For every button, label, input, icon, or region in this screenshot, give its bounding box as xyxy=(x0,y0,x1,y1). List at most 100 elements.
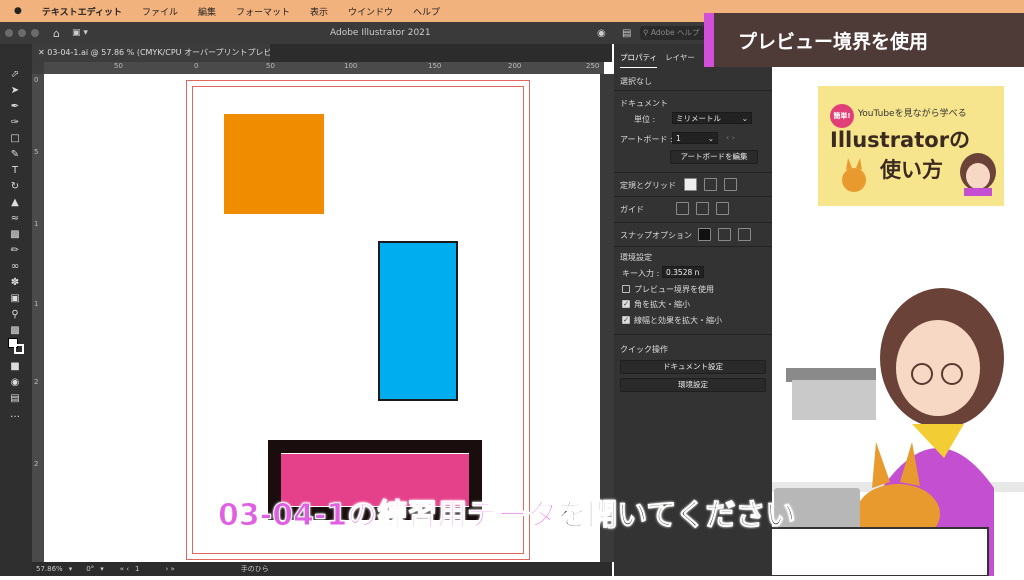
ruler-label: 0 xyxy=(194,62,199,70)
gradient-tool-icon[interactable]: ▩ xyxy=(8,228,22,242)
show-guides-icon[interactable] xyxy=(676,202,689,215)
default-colors-icon[interactable]: ▩ xyxy=(8,324,22,338)
divider xyxy=(614,222,772,223)
share-icon[interactable]: ◉ xyxy=(597,28,606,39)
title-badge: プレビュー境界を使用 xyxy=(704,13,1024,67)
units-select[interactable]: ミリメートル ⌄ xyxy=(672,112,752,124)
preview-bounds-checkbox[interactable] xyxy=(622,285,630,293)
artboard-select[interactable]: 1 ⌄ xyxy=(672,132,718,144)
close-window-button[interactable] xyxy=(5,29,13,37)
lock-guides-icon[interactable] xyxy=(696,202,709,215)
workspace-icon[interactable]: ▣ ▾ xyxy=(72,28,88,38)
divider xyxy=(614,172,772,173)
selection-tool-icon[interactable]: ⬀ xyxy=(8,68,22,82)
document-setup-button[interactable]: ドキュメント設定 xyxy=(620,360,766,374)
color-mode-icon[interactable]: ■ xyxy=(8,360,22,374)
menu-window[interactable]: ウインドウ xyxy=(348,5,393,18)
snap-options-label: スナップオプション xyxy=(620,231,692,240)
width-tool-icon[interactable]: ≈ xyxy=(8,212,22,226)
artboard-tool-icon[interactable]: ▣ xyxy=(8,292,22,306)
smart-guides-icon[interactable] xyxy=(716,202,729,215)
snap-glyph-icon[interactable] xyxy=(738,228,751,241)
menu-view[interactable]: 表示 xyxy=(310,5,328,18)
paintbrush-tool-icon[interactable]: ✎ xyxy=(8,148,22,162)
title-badge-text: プレビュー境界を使用 xyxy=(738,31,929,53)
snap-point-icon[interactable] xyxy=(698,228,711,241)
eraser-tool-icon[interactable]: ▲ xyxy=(8,196,22,210)
ruler-label: 1 xyxy=(34,220,39,228)
more-tools-icon[interactable]: … xyxy=(8,408,22,422)
ruler-label: 200 xyxy=(508,62,522,70)
scale-corners-checkbox[interactable]: ✓ xyxy=(622,300,630,308)
horizontal-ruler[interactable]: 50 0 50 100 150 200 250 xyxy=(44,62,604,74)
type-tool-icon[interactable]: T xyxy=(8,164,22,178)
rotate-tool-icon[interactable]: ↻ xyxy=(8,180,22,194)
rotation-value[interactable]: 0° xyxy=(86,565,94,573)
tab-properties[interactable]: プロパティ xyxy=(620,52,658,68)
apple-menu-icon[interactable]: ● xyxy=(14,6,22,16)
tab-layers[interactable]: レイヤー xyxy=(665,52,695,68)
edit-artboards-button[interactable]: アートボードを編集 xyxy=(670,150,758,164)
ruler-corner[interactable] xyxy=(32,62,44,74)
direct-selection-tool-icon[interactable]: ➤ xyxy=(8,84,22,98)
scale-strokes-checkbox[interactable]: ✓ xyxy=(622,316,630,324)
screen-mode-icon[interactable]: ▤ xyxy=(8,392,22,406)
next-artboard-icon[interactable]: › » xyxy=(165,565,174,573)
stroke-swatch[interactable] xyxy=(14,344,24,354)
ruler-label: 5 xyxy=(34,148,39,156)
curvature-tool-icon[interactable]: ✑ xyxy=(8,116,22,130)
arrange-icon[interactable]: ▤ xyxy=(622,28,631,39)
menu-help[interactable]: ヘルプ xyxy=(413,5,440,18)
minimize-window-button[interactable] xyxy=(18,29,26,37)
menu-app[interactable]: テキストエディット xyxy=(42,5,122,18)
prev-artboard-icon[interactable]: « ‹ xyxy=(120,565,129,573)
home-icon[interactable]: ⌂ xyxy=(53,27,60,40)
key-input-label: キー入力 : xyxy=(622,269,660,278)
vertical-ruler[interactable]: 0 5 1 1 2 2 xyxy=(32,74,44,562)
blend-tool-icon[interactable]: ∞ xyxy=(8,260,22,274)
scale-strokes-label: 線幅と効果を拡大・縮小 xyxy=(634,316,722,325)
artboard-nav-icon[interactable]: ‹ › xyxy=(726,133,735,142)
ruler-label: 100 xyxy=(344,62,358,70)
draw-mode-icon[interactable]: ◉ xyxy=(8,376,22,390)
snap-pixel-icon[interactable] xyxy=(718,228,731,241)
artboard-number[interactable]: 1 xyxy=(135,565,139,573)
divider xyxy=(614,196,772,197)
document-tab[interactable]: ✕ 03-04-1.ai @ 57.86 % (CMYK/CPU オーバープリン… xyxy=(32,44,270,62)
menu-file[interactable]: ファイル xyxy=(142,5,178,18)
zoom-window-button[interactable] xyxy=(31,29,39,37)
pen-tool-icon[interactable]: ✒ xyxy=(8,100,22,114)
menu-format[interactable]: フォーマット xyxy=(236,5,290,18)
search-field[interactable]: ⚲ Adobe ヘルプ xyxy=(640,26,710,40)
orange-square[interactable] xyxy=(224,114,324,214)
divider xyxy=(614,246,772,247)
canvas-scrollbar[interactable] xyxy=(600,74,614,562)
course-title-line1: Illustratorの xyxy=(830,128,971,152)
symbol-sprayer-icon[interactable]: ✽ xyxy=(8,276,22,290)
document-tab-label: 03-04-1.ai @ 57.86 % (CMYK/CPU オーバープリントプ… xyxy=(47,48,270,57)
preferences-heading: 環境設定 xyxy=(620,253,652,262)
transparency-grid-icon[interactable] xyxy=(724,178,737,191)
close-tab-icon[interactable]: ✕ xyxy=(38,48,45,57)
preview-bounds-label: プレビュー境界を使用 xyxy=(634,285,714,294)
key-input-field[interactable]: 0.3528 n xyxy=(662,266,704,278)
document-canvas[interactable] xyxy=(44,74,600,562)
zoom-level[interactable]: 57.86% xyxy=(36,565,63,573)
preferences-button[interactable]: 環境設定 xyxy=(620,378,766,392)
menu-edit[interactable]: 編集 xyxy=(198,5,216,18)
chevron-down-icon[interactable]: ▾ xyxy=(100,565,104,573)
zoom-tool-icon[interactable]: ⚲ xyxy=(8,308,22,322)
chevron-down-icon[interactable]: ▾ xyxy=(69,565,73,573)
subtitle-highlight: 03-04-1の練習用データ xyxy=(217,498,558,534)
ruler-toggle-icon[interactable] xyxy=(684,178,697,191)
no-selection-label: 選択なし xyxy=(620,77,652,86)
current-tool-label: 手のひら xyxy=(240,565,269,573)
ruler-label: 150 xyxy=(428,62,442,70)
blue-rectangle[interactable] xyxy=(378,241,458,401)
chevron-down-icon: ⌄ xyxy=(741,114,748,123)
rectangle-tool-icon[interactable]: □ xyxy=(8,132,22,146)
grid-toggle-icon[interactable] xyxy=(704,178,717,191)
eyedropper-tool-icon[interactable]: ✏ xyxy=(8,244,22,258)
scale-corners-label: 角を拡大・縮小 xyxy=(634,300,690,309)
ruler-label: 0 xyxy=(34,76,39,84)
